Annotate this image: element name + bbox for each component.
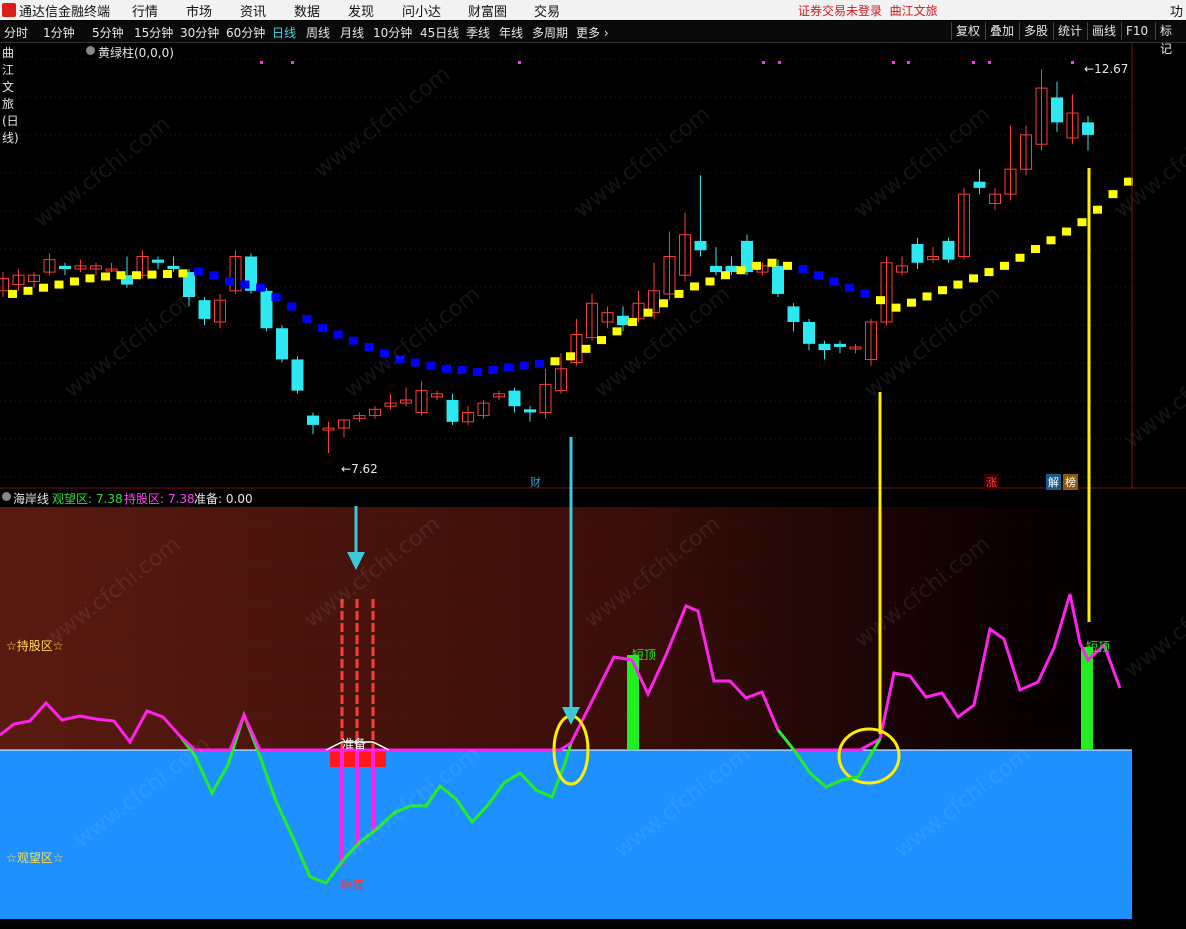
short-bottom-annotation: 短底	[340, 878, 365, 892]
watch-zone-label: ☆观望区☆	[6, 851, 64, 865]
annotation-overlay	[347, 168, 1091, 734]
ready-annotation: 准备	[342, 737, 367, 751]
short-top-annotation-1: 短顶	[632, 648, 657, 662]
arrow-down-2-icon	[562, 707, 580, 725]
short-top-annotation-2: 短顶	[1086, 640, 1111, 654]
